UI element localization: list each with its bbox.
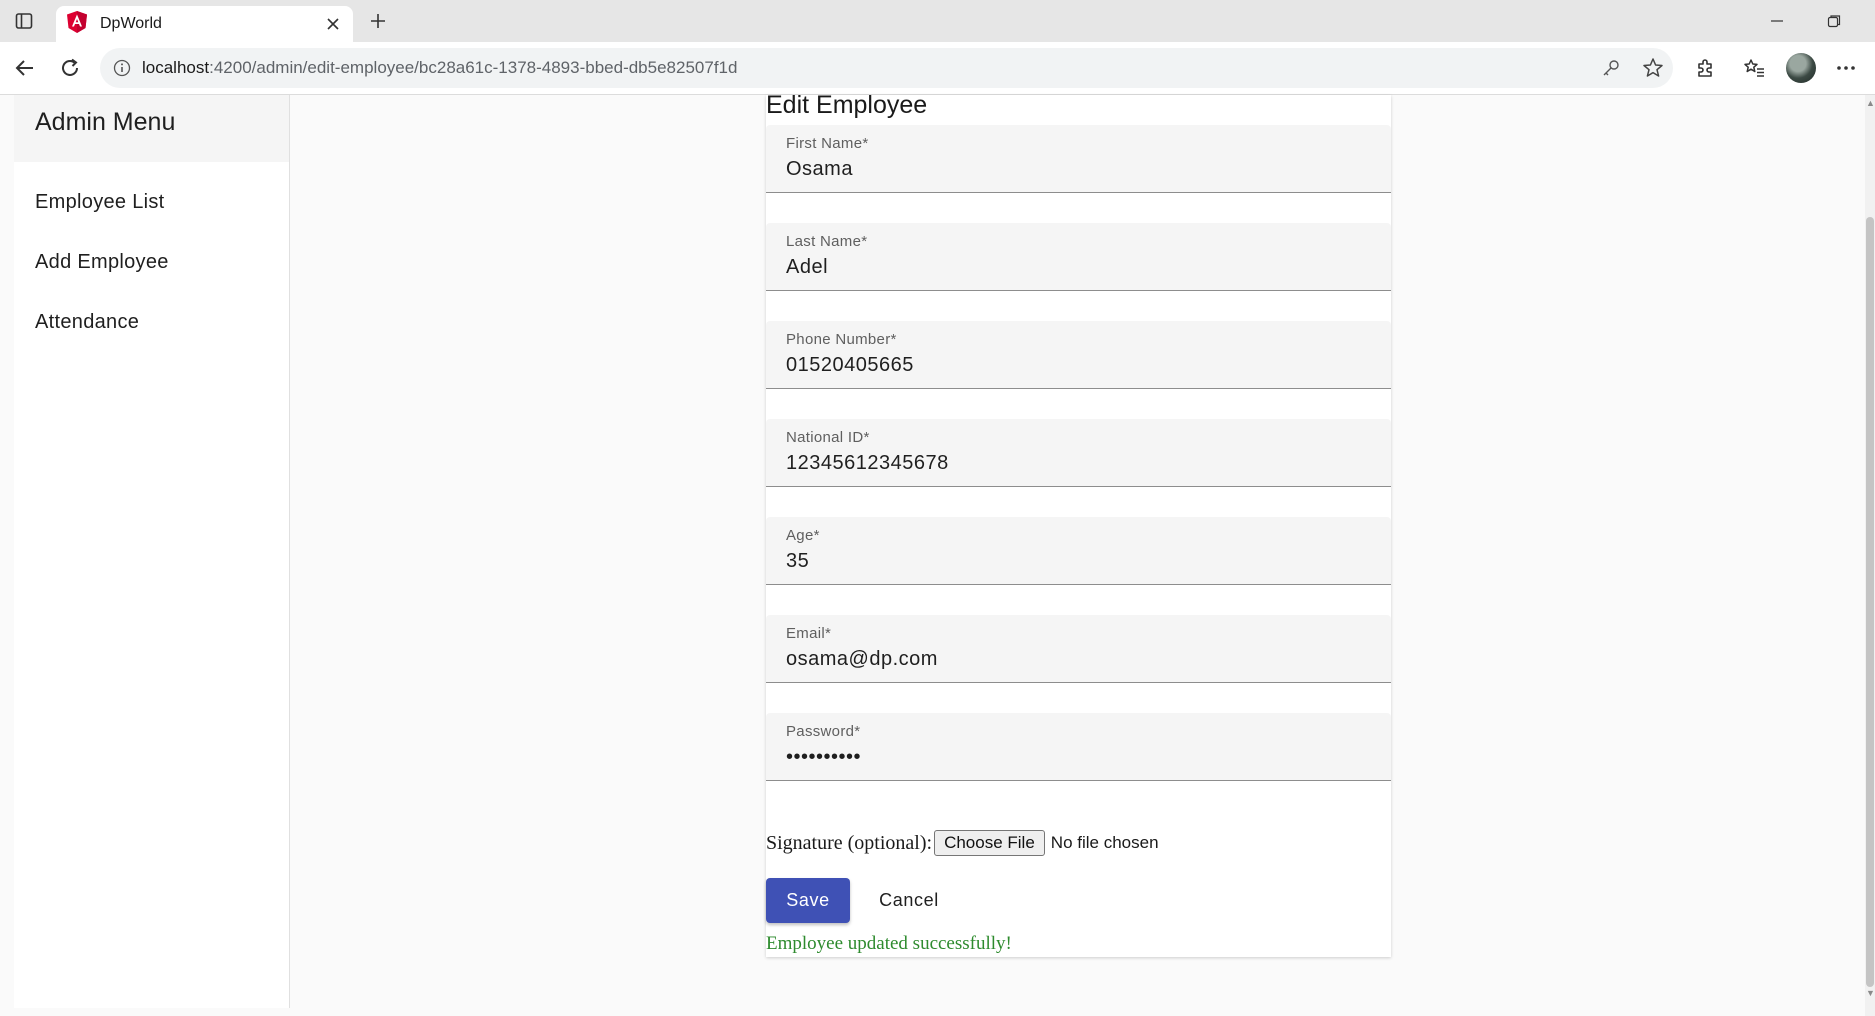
national-id-field[interactable]: National ID* xyxy=(766,419,1391,487)
last-name-input[interactable] xyxy=(786,253,1366,281)
national-id-label: National ID* xyxy=(786,429,870,446)
sidebar-item-attendance[interactable]: Attendance xyxy=(35,311,139,334)
more-options-icon[interactable] xyxy=(1826,48,1866,88)
password-field[interactable]: Password* xyxy=(766,713,1391,781)
url-host: localhost xyxy=(142,58,210,77)
email-field[interactable]: Email* xyxy=(766,615,1391,683)
admin-sidebar: Admin Menu Employee List Add Employee At… xyxy=(14,95,290,1008)
phone-number-field[interactable]: Phone Number* xyxy=(766,321,1391,389)
tab-title: DpWorld xyxy=(100,15,162,32)
age-input[interactable] xyxy=(786,547,1366,575)
file-status-text: No file chosen xyxy=(1050,833,1159,852)
page-scrollbar[interactable]: ▲ ▼ xyxy=(1865,95,1875,1016)
url-path: :4200/admin/edit-employee/bc28a61c-1378-… xyxy=(209,58,738,77)
page-title: Edit Employee xyxy=(766,91,928,119)
scroll-up-arrow-icon[interactable]: ▲ xyxy=(1866,98,1875,108)
cancel-button[interactable]: Cancel xyxy=(860,878,958,923)
address-bar[interactable]: localhost:4200/admin/edit-employee/bc28a… xyxy=(100,48,1673,88)
last-name-label: Last Name* xyxy=(786,233,868,250)
angular-logo-icon xyxy=(66,10,88,39)
password-label: Password* xyxy=(786,723,861,740)
signature-label: Signature (optional): xyxy=(766,831,933,854)
phone-number-label: Phone Number* xyxy=(786,331,897,348)
sidebar-item-employee-list[interactable]: Employee List xyxy=(35,191,165,214)
age-field[interactable]: Age* xyxy=(766,517,1391,585)
signature-row: Signature (optional): Choose File No fil… xyxy=(766,829,1159,857)
page-content: Admin Menu Employee List Add Employee At… xyxy=(0,91,1875,1016)
scrollbar-thumb[interactable] xyxy=(1866,217,1874,987)
success-message: Employee updated successfully! xyxy=(766,933,1012,954)
edit-employee-form: Edit Employee First Name* Last Name* Pho… xyxy=(766,91,1391,957)
scroll-down-arrow-icon[interactable]: ▼ xyxy=(1866,988,1875,998)
first-name-field[interactable]: First Name* xyxy=(766,125,1391,193)
last-name-field[interactable]: Last Name* xyxy=(766,223,1391,291)
sidebar-header: Admin Menu xyxy=(14,95,289,162)
choose-file-button[interactable]: Choose File xyxy=(934,830,1045,856)
browser-tab-strip: DpWorld xyxy=(0,0,1875,42)
tab-actions-icon[interactable] xyxy=(4,1,44,41)
age-label: Age* xyxy=(786,527,820,544)
password-key-icon[interactable] xyxy=(1599,56,1623,80)
save-button[interactable]: Save xyxy=(766,878,850,923)
tab-close-icon[interactable] xyxy=(323,14,343,34)
first-name-input[interactable] xyxy=(786,155,1366,183)
site-info-icon[interactable] xyxy=(110,56,134,80)
url-text[interactable]: localhost:4200/admin/edit-employee/bc28a… xyxy=(142,58,737,78)
browser-tab[interactable]: DpWorld xyxy=(56,6,353,42)
email-label: Email* xyxy=(786,625,832,642)
first-name-label: First Name* xyxy=(786,135,869,152)
profile-avatar[interactable] xyxy=(1786,53,1816,83)
favorite-star-icon[interactable] xyxy=(1641,56,1665,80)
browser-toolbar: localhost:4200/admin/edit-employee/bc28a… xyxy=(0,42,1875,95)
restore-icon[interactable] xyxy=(1806,0,1862,42)
email-input[interactable] xyxy=(786,645,1366,673)
new-tab-icon[interactable] xyxy=(358,1,398,41)
minimize-icon[interactable] xyxy=(1749,0,1805,42)
national-id-input[interactable] xyxy=(786,449,1366,477)
sidebar-item-add-employee[interactable]: Add Employee xyxy=(35,251,169,274)
phone-number-input[interactable] xyxy=(786,351,1366,379)
sidebar-title: Admin Menu xyxy=(35,108,176,136)
extensions-icon[interactable] xyxy=(1685,48,1725,88)
back-arrow-icon[interactable] xyxy=(5,48,45,88)
reload-icon[interactable] xyxy=(50,48,90,88)
password-input[interactable] xyxy=(786,743,1366,771)
favorites-icon[interactable] xyxy=(1734,48,1774,88)
